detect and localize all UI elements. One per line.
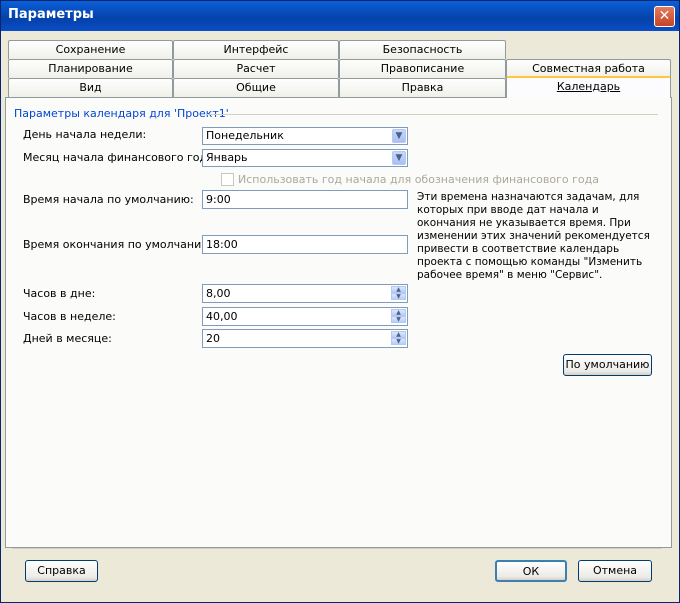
tab-general[interactable]: Общие <box>173 78 339 97</box>
days-month-input[interactable]: 20 ▲ ▼ <box>202 329 408 348</box>
times-note: Эти времена назначаются задачам, для кот… <box>417 191 650 281</box>
week-start-dropdown[interactable]: Понедельник ▼ <box>202 127 408 145</box>
cancel-button[interactable]: Отмена <box>578 560 652 582</box>
options-dialog: Параметры ✕ Сохранение Интерфейс Безопас… <box>0 0 680 603</box>
footer-divider <box>12 548 662 549</box>
tab-edit[interactable]: Правка <box>339 78 506 97</box>
tab-interface[interactable]: Интерфейс <box>173 40 339 59</box>
hours-day-input[interactable]: 8,00 ▲ ▼ <box>202 284 408 303</box>
hours-week-spinner[interactable]: ▲ ▼ <box>391 309 406 324</box>
spin-down-icon[interactable]: ▼ <box>391 338 406 345</box>
tab-calendar-label: Календарь <box>556 80 621 93</box>
hours-week-value: 40,00 <box>206 310 238 323</box>
tab-security[interactable]: Безопасность <box>339 40 506 59</box>
default-end-input[interactable]: 18:00 <box>202 235 408 254</box>
default-start-input[interactable]: 9:00 <box>202 190 408 209</box>
help-button[interactable]: Справка <box>25 560 98 582</box>
tab-save[interactable]: Сохранение <box>8 40 173 59</box>
spin-down-icon[interactable]: ▼ <box>391 316 406 323</box>
default-start-label: Время начала по умолчанию: <box>23 193 194 206</box>
tab-view[interactable]: Вид <box>8 78 173 97</box>
days-month-value: 20 <box>206 332 220 345</box>
tab-calendar[interactable]: Календарь <box>506 76 671 98</box>
fiscal-month-label: Месяц начала финансового года: <box>23 151 218 164</box>
tab-schedule[interactable]: Планирование <box>8 59 173 78</box>
chevron-down-icon[interactable]: ▼ <box>392 129 406 143</box>
tab-spelling[interactable]: Правописание <box>339 59 506 78</box>
spin-up-icon[interactable]: ▲ <box>391 309 406 316</box>
hours-day-spinner[interactable]: ▲ ▼ <box>391 286 406 301</box>
fiscal-month-value: Январь <box>206 151 248 164</box>
default-start-value: 9:00 <box>206 193 231 206</box>
tab-calculation[interactable]: Расчет <box>173 59 339 78</box>
spin-down-icon[interactable]: ▼ <box>391 293 406 300</box>
spin-up-icon[interactable]: ▲ <box>391 331 406 338</box>
week-start-label: День начала недели: <box>23 128 147 141</box>
fiscal-year-checkbox[interactable] <box>221 173 234 186</box>
chevron-down-icon[interactable]: ▼ <box>392 151 406 165</box>
days-month-label: Дней в месяце: <box>23 332 112 345</box>
title-bar[interactable]: Параметры ✕ <box>1 1 679 31</box>
spin-up-icon[interactable]: ▲ <box>391 286 406 293</box>
hours-week-input[interactable]: 40,00 ▲ ▼ <box>202 307 408 326</box>
group-divider <box>206 114 658 115</box>
hours-day-label: Часов в дне: <box>23 287 96 300</box>
window-title: Параметры <box>8 7 94 22</box>
hours-day-value: 8,00 <box>206 287 231 300</box>
close-button[interactable]: ✕ <box>654 6 675 27</box>
default-end-label: Время окончания по умолчанию: <box>23 238 215 251</box>
hours-week-label: Часов в неделе: <box>23 310 116 323</box>
week-start-value: Понедельник <box>206 129 284 142</box>
days-month-spinner[interactable]: ▲ ▼ <box>391 331 406 346</box>
fiscal-month-dropdown[interactable]: Январь ▼ <box>202 149 408 167</box>
fiscal-year-checkbox-label: Использовать год начала для обозначения … <box>238 173 599 186</box>
calendar-group-title: Параметры календаря для 'Проект1' <box>14 107 229 120</box>
ok-button[interactable]: ОК <box>495 560 567 582</box>
default-end-value: 18:00 <box>206 238 238 251</box>
set-default-button[interactable]: По умолчанию <box>563 354 652 376</box>
